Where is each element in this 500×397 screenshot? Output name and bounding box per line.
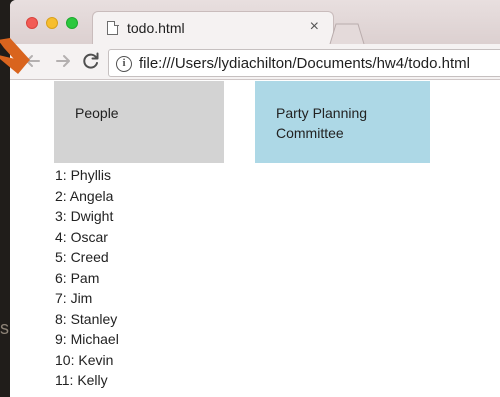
list-item: 1: Phyllis [55,167,112,183]
tab-title: todo.html [127,20,185,36]
new-tab-button[interactable] [328,22,366,44]
tab-close-button[interactable]: × [310,18,319,36]
annotation-arrow-icon [0,38,30,74]
browser-toolbar: i file:///Users/lydiachilton/Documents/h… [10,44,500,80]
list-item: 11: Kelly [55,372,108,388]
desktop-edge-text: s [0,318,9,338]
window-close-button[interactable] [26,17,38,29]
people-list: 1: Phyllis 2: Angela 3: Dwight 4: Oscar … [55,165,119,391]
list-item: 8: Stanley [55,310,118,327]
reload-icon [83,52,99,69]
list-item: 9: Michael [55,331,119,347]
window-maximize-button[interactable] [66,17,78,29]
info-icon[interactable]: i [116,56,132,72]
forward-button[interactable] [52,50,74,72]
browser-tab[interactable]: todo.html × [92,11,334,45]
list-item: 10: Kevin [55,351,114,368]
list-item: 3: Dwight [55,208,114,224]
title-bar: todo.html × [10,0,500,45]
list-item: 4: Oscar [55,228,108,245]
party-box-label: Party Planning Committee [276,105,368,141]
list-item: 7: Jim [55,290,93,306]
reload-button[interactable] [80,50,102,72]
browser-window: todo.html × i file:///Users/lydiachilton… [10,0,500,397]
document-icon [107,20,119,35]
people-box: People [54,81,224,163]
list-item: 2: Angela [55,187,114,204]
window-minimize-button[interactable] [46,17,58,29]
arrow-right-icon [56,55,70,67]
page-content: People Party Planning Committee 1: Phyll… [10,81,500,397]
list-item: 5: Creed [55,249,109,265]
people-box-label: People [75,105,119,121]
address-bar[interactable]: i file:///Users/lydiachilton/Documents/h… [108,49,500,77]
url-text[interactable]: file:///Users/lydiachilton/Documents/hw4… [139,55,470,72]
party-planning-box: Party Planning Committee [255,81,430,163]
list-item: 6: Pam [55,269,100,286]
